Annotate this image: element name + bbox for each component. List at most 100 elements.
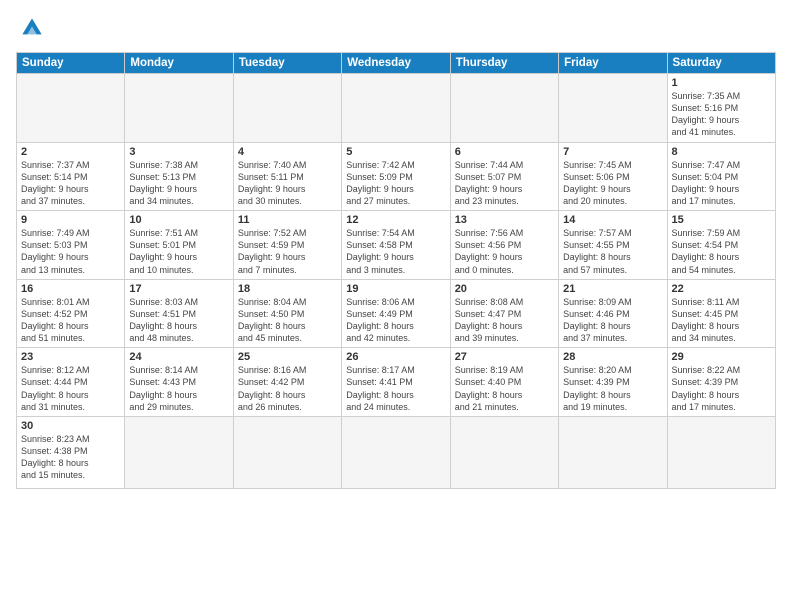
day-number: 28 [563,351,662,363]
day-number: 3 [129,146,228,158]
day-info: Sunrise: 7:37 AM Sunset: 5:14 PM Dayligh… [21,159,120,208]
day-info: Sunrise: 8:19 AM Sunset: 4:40 PM Dayligh… [455,364,554,413]
calendar-week-row: 30Sunrise: 8:23 AM Sunset: 4:38 PM Dayli… [17,416,776,488]
calendar-cell [17,74,125,143]
day-number: 8 [672,146,771,158]
day-info: Sunrise: 8:23 AM Sunset: 4:38 PM Dayligh… [21,433,120,482]
day-info: Sunrise: 8:01 AM Sunset: 4:52 PM Dayligh… [21,296,120,345]
calendar-cell: 15Sunrise: 7:59 AM Sunset: 4:54 PM Dayli… [667,211,775,280]
calendar-cell: 22Sunrise: 8:11 AM Sunset: 4:45 PM Dayli… [667,279,775,348]
day-number: 26 [346,351,445,363]
day-info: Sunrise: 8:11 AM Sunset: 4:45 PM Dayligh… [672,296,771,345]
day-info: Sunrise: 7:52 AM Sunset: 4:59 PM Dayligh… [238,227,337,276]
calendar-week-row: 1Sunrise: 7:35 AM Sunset: 5:16 PM Daylig… [17,74,776,143]
day-info: Sunrise: 8:17 AM Sunset: 4:41 PM Dayligh… [346,364,445,413]
calendar-cell: 29Sunrise: 8:22 AM Sunset: 4:39 PM Dayli… [667,348,775,417]
calendar-cell: 26Sunrise: 8:17 AM Sunset: 4:41 PM Dayli… [342,348,450,417]
day-info: Sunrise: 7:56 AM Sunset: 4:56 PM Dayligh… [455,227,554,276]
calendar-cell: 3Sunrise: 7:38 AM Sunset: 5:13 PM Daylig… [125,142,233,211]
calendar-cell [125,74,233,143]
calendar-week-row: 23Sunrise: 8:12 AM Sunset: 4:44 PM Dayli… [17,348,776,417]
day-info: Sunrise: 8:16 AM Sunset: 4:42 PM Dayligh… [238,364,337,413]
calendar-cell: 5Sunrise: 7:42 AM Sunset: 5:09 PM Daylig… [342,142,450,211]
calendar-cell: 14Sunrise: 7:57 AM Sunset: 4:55 PM Dayli… [559,211,667,280]
day-number: 17 [129,283,228,295]
weekday-header-monday: Monday [125,53,233,74]
weekday-header-sunday: Sunday [17,53,125,74]
day-number: 23 [21,351,120,363]
day-number: 15 [672,214,771,226]
day-info: Sunrise: 7:45 AM Sunset: 5:06 PM Dayligh… [563,159,662,208]
calendar-cell: 24Sunrise: 8:14 AM Sunset: 4:43 PM Dayli… [125,348,233,417]
calendar-cell: 4Sunrise: 7:40 AM Sunset: 5:11 PM Daylig… [233,142,341,211]
day-number: 22 [672,283,771,295]
day-number: 24 [129,351,228,363]
weekday-header-thursday: Thursday [450,53,558,74]
calendar-cell: 13Sunrise: 7:56 AM Sunset: 4:56 PM Dayli… [450,211,558,280]
generalblue-logo-icon [16,12,48,44]
day-info: Sunrise: 7:42 AM Sunset: 5:09 PM Dayligh… [346,159,445,208]
calendar-cell: 7Sunrise: 7:45 AM Sunset: 5:06 PM Daylig… [559,142,667,211]
day-number: 12 [346,214,445,226]
day-number: 10 [129,214,228,226]
day-info: Sunrise: 8:20 AM Sunset: 4:39 PM Dayligh… [563,364,662,413]
calendar-cell [559,416,667,488]
calendar-cell: 16Sunrise: 8:01 AM Sunset: 4:52 PM Dayli… [17,279,125,348]
calendar-week-row: 9Sunrise: 7:49 AM Sunset: 5:03 PM Daylig… [17,211,776,280]
calendar-cell: 11Sunrise: 7:52 AM Sunset: 4:59 PM Dayli… [233,211,341,280]
calendar-cell: 18Sunrise: 8:04 AM Sunset: 4:50 PM Dayli… [233,279,341,348]
day-number: 21 [563,283,662,295]
calendar-cell [125,416,233,488]
calendar-cell [450,416,558,488]
day-info: Sunrise: 8:06 AM Sunset: 4:49 PM Dayligh… [346,296,445,345]
page: SundayMondayTuesdayWednesdayThursdayFrid… [0,0,792,612]
logo [16,12,52,44]
day-number: 30 [21,420,120,432]
calendar-cell: 2Sunrise: 7:37 AM Sunset: 5:14 PM Daylig… [17,142,125,211]
day-info: Sunrise: 7:54 AM Sunset: 4:58 PM Dayligh… [346,227,445,276]
calendar-cell [233,74,341,143]
day-info: Sunrise: 7:47 AM Sunset: 5:04 PM Dayligh… [672,159,771,208]
day-number: 16 [21,283,120,295]
day-info: Sunrise: 8:14 AM Sunset: 4:43 PM Dayligh… [129,364,228,413]
calendar-cell [667,416,775,488]
day-info: Sunrise: 8:04 AM Sunset: 4:50 PM Dayligh… [238,296,337,345]
calendar-cell: 28Sunrise: 8:20 AM Sunset: 4:39 PM Dayli… [559,348,667,417]
day-info: Sunrise: 8:12 AM Sunset: 4:44 PM Dayligh… [21,364,120,413]
day-number: 20 [455,283,554,295]
calendar-cell: 23Sunrise: 8:12 AM Sunset: 4:44 PM Dayli… [17,348,125,417]
calendar-cell: 19Sunrise: 8:06 AM Sunset: 4:49 PM Dayli… [342,279,450,348]
day-info: Sunrise: 8:03 AM Sunset: 4:51 PM Dayligh… [129,296,228,345]
day-info: Sunrise: 7:51 AM Sunset: 5:01 PM Dayligh… [129,227,228,276]
day-number: 14 [563,214,662,226]
day-number: 9 [21,214,120,226]
weekday-header-tuesday: Tuesday [233,53,341,74]
weekday-header-row: SundayMondayTuesdayWednesdayThursdayFrid… [17,53,776,74]
calendar-cell: 10Sunrise: 7:51 AM Sunset: 5:01 PM Dayli… [125,211,233,280]
day-number: 2 [21,146,120,158]
calendar-cell: 20Sunrise: 8:08 AM Sunset: 4:47 PM Dayli… [450,279,558,348]
calendar-week-row: 2Sunrise: 7:37 AM Sunset: 5:14 PM Daylig… [17,142,776,211]
calendar-cell: 30Sunrise: 8:23 AM Sunset: 4:38 PM Dayli… [17,416,125,488]
day-number: 27 [455,351,554,363]
calendar-cell [559,74,667,143]
calendar-week-row: 16Sunrise: 8:01 AM Sunset: 4:52 PM Dayli… [17,279,776,348]
calendar-cell [450,74,558,143]
calendar-cell: 27Sunrise: 8:19 AM Sunset: 4:40 PM Dayli… [450,348,558,417]
day-info: Sunrise: 7:44 AM Sunset: 5:07 PM Dayligh… [455,159,554,208]
day-number: 11 [238,214,337,226]
day-number: 4 [238,146,337,158]
calendar-table: SundayMondayTuesdayWednesdayThursdayFrid… [16,52,776,489]
day-info: Sunrise: 7:49 AM Sunset: 5:03 PM Dayligh… [21,227,120,276]
calendar-cell: 17Sunrise: 8:03 AM Sunset: 4:51 PM Dayli… [125,279,233,348]
day-number: 1 [672,77,771,89]
weekday-header-friday: Friday [559,53,667,74]
day-info: Sunrise: 7:35 AM Sunset: 5:16 PM Dayligh… [672,90,771,139]
day-number: 6 [455,146,554,158]
day-number: 18 [238,283,337,295]
calendar-cell: 21Sunrise: 8:09 AM Sunset: 4:46 PM Dayli… [559,279,667,348]
day-info: Sunrise: 8:08 AM Sunset: 4:47 PM Dayligh… [455,296,554,345]
calendar-cell [233,416,341,488]
day-number: 25 [238,351,337,363]
day-info: Sunrise: 7:38 AM Sunset: 5:13 PM Dayligh… [129,159,228,208]
